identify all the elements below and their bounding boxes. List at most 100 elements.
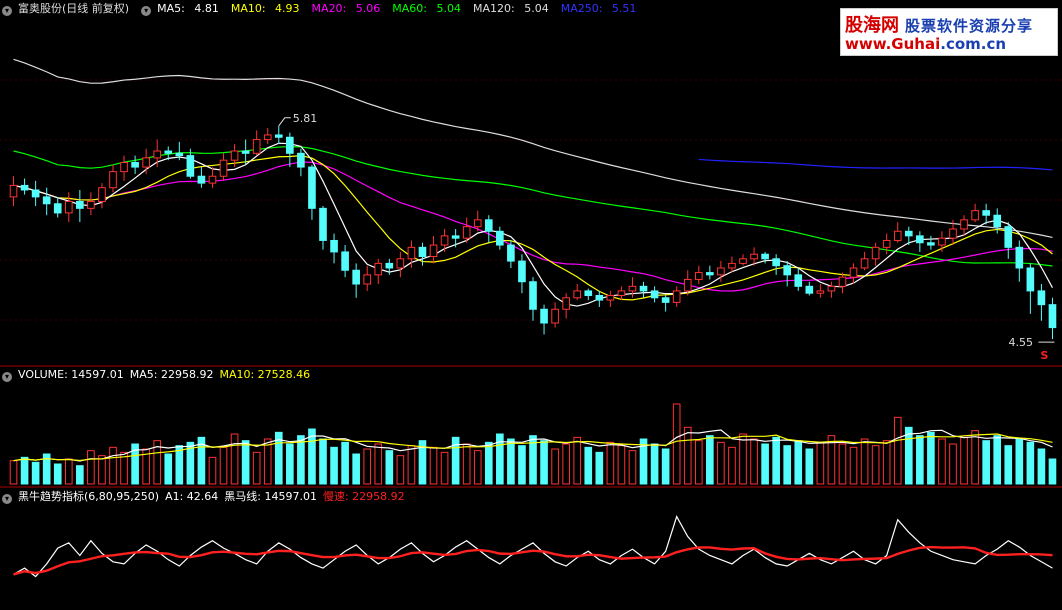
candle bbox=[64, 200, 73, 214]
candle bbox=[219, 159, 228, 177]
candle bbox=[76, 200, 84, 209]
sell-signal-marker: S bbox=[1040, 349, 1048, 362]
volume-bar bbox=[916, 435, 924, 485]
volume-bar bbox=[706, 435, 714, 485]
volume-bar bbox=[904, 426, 913, 485]
candle bbox=[761, 253, 769, 260]
candle bbox=[31, 189, 40, 198]
candle bbox=[175, 152, 184, 157]
volume-bar bbox=[76, 465, 84, 485]
candle bbox=[540, 308, 548, 324]
candle bbox=[628, 285, 637, 292]
candle bbox=[440, 235, 449, 246]
low-marker-label: 4.55 bbox=[1008, 336, 1032, 349]
candle bbox=[971, 210, 979, 221]
candle bbox=[297, 152, 305, 168]
volume-bar bbox=[982, 440, 990, 485]
candle bbox=[551, 308, 559, 324]
volume-bar bbox=[672, 403, 681, 485]
candle bbox=[230, 150, 239, 161]
volume-ma10-readout: MA10: 27528.46 bbox=[219, 368, 311, 381]
volume-bar bbox=[109, 446, 117, 485]
volume-bar bbox=[882, 440, 891, 485]
security-title: 富奥股份(日线 前复权) bbox=[18, 2, 130, 15]
volume-bar bbox=[805, 448, 814, 485]
candle bbox=[53, 203, 62, 214]
candle bbox=[164, 150, 173, 154]
candle bbox=[396, 258, 405, 269]
candle bbox=[639, 285, 648, 292]
ma20-line bbox=[13, 161, 1053, 292]
volume-bar bbox=[1015, 438, 1024, 485]
stock-chart[interactable]: 5.81 4.55 S bbox=[0, 0, 1062, 610]
candle bbox=[750, 253, 758, 260]
candle bbox=[849, 267, 858, 278]
volume-bar bbox=[893, 416, 902, 485]
candle bbox=[462, 226, 471, 239]
candle bbox=[9, 184, 18, 198]
volume-bar bbox=[650, 443, 659, 485]
candle bbox=[109, 171, 117, 189]
candle bbox=[783, 265, 792, 276]
volume-bar bbox=[341, 441, 349, 485]
candle bbox=[1048, 304, 1057, 329]
indicator-panel-toggle-icon[interactable]: ▾ bbox=[2, 494, 12, 504]
volume-bar bbox=[772, 436, 780, 485]
candle bbox=[131, 161, 139, 168]
candle bbox=[606, 294, 615, 301]
volume-bar bbox=[396, 455, 405, 485]
candle bbox=[595, 294, 604, 301]
candle bbox=[1037, 290, 1046, 306]
candle bbox=[717, 267, 725, 276]
candle bbox=[661, 297, 670, 303]
ma120-readout: MA120: 5.04 bbox=[472, 2, 549, 15]
ma20-readout: MA20: 5.06 bbox=[311, 2, 381, 15]
candle bbox=[927, 242, 935, 246]
volume-bar bbox=[540, 440, 548, 485]
black-horse-readout: 黑马线: 14597.01 bbox=[224, 490, 317, 503]
volume-bar bbox=[860, 438, 869, 485]
candle bbox=[1015, 246, 1024, 269]
candle bbox=[418, 246, 427, 258]
volume-bar bbox=[175, 445, 184, 485]
candle bbox=[1004, 226, 1013, 248]
candle bbox=[241, 150, 250, 154]
panel-toggle-icon[interactable]: ▾ bbox=[2, 6, 12, 16]
candle bbox=[308, 166, 316, 209]
volume-bar bbox=[717, 441, 725, 485]
candle bbox=[120, 161, 128, 173]
slow-readout: 慢速: 22958.92 bbox=[322, 490, 405, 503]
volume-bar bbox=[507, 438, 515, 485]
candle bbox=[573, 290, 582, 299]
candle bbox=[706, 272, 714, 276]
volume-bar bbox=[429, 446, 438, 485]
volume-bar bbox=[208, 456, 217, 485]
volume-bar bbox=[694, 440, 703, 485]
volume-bar bbox=[551, 448, 559, 485]
candle bbox=[694, 272, 703, 280]
candle bbox=[153, 150, 162, 159]
ma120-line bbox=[13, 58, 1053, 238]
candle bbox=[352, 269, 360, 285]
volume-bar bbox=[297, 435, 305, 485]
volume-bar bbox=[761, 443, 769, 485]
volume-bar bbox=[993, 435, 1002, 485]
volume-bar bbox=[164, 453, 173, 485]
candle bbox=[949, 228, 957, 239]
indicator-panel-header: ▾ 黑牛趋势指标(6,80,95,250) A1: 42.64 黑马线: 14597.… bbox=[2, 489, 411, 505]
volume-bar bbox=[573, 436, 582, 485]
volume-bar bbox=[53, 463, 62, 485]
black-horse-line bbox=[13, 515, 1053, 578]
volume-bar bbox=[98, 455, 106, 485]
candle bbox=[1026, 267, 1035, 292]
volume-ma5-readout: MA5: 22958.92 bbox=[129, 368, 214, 381]
volume-bar bbox=[1004, 445, 1013, 485]
candle bbox=[363, 274, 372, 285]
volume-toggle-icon[interactable]: ▾ bbox=[2, 372, 12, 382]
volume-bar bbox=[871, 445, 880, 485]
volume-bar bbox=[750, 438, 758, 485]
candle bbox=[507, 244, 515, 262]
volume-bar bbox=[794, 440, 803, 485]
indicator-toggle-icon[interactable]: ▾ bbox=[141, 6, 152, 16]
candle bbox=[816, 290, 825, 294]
